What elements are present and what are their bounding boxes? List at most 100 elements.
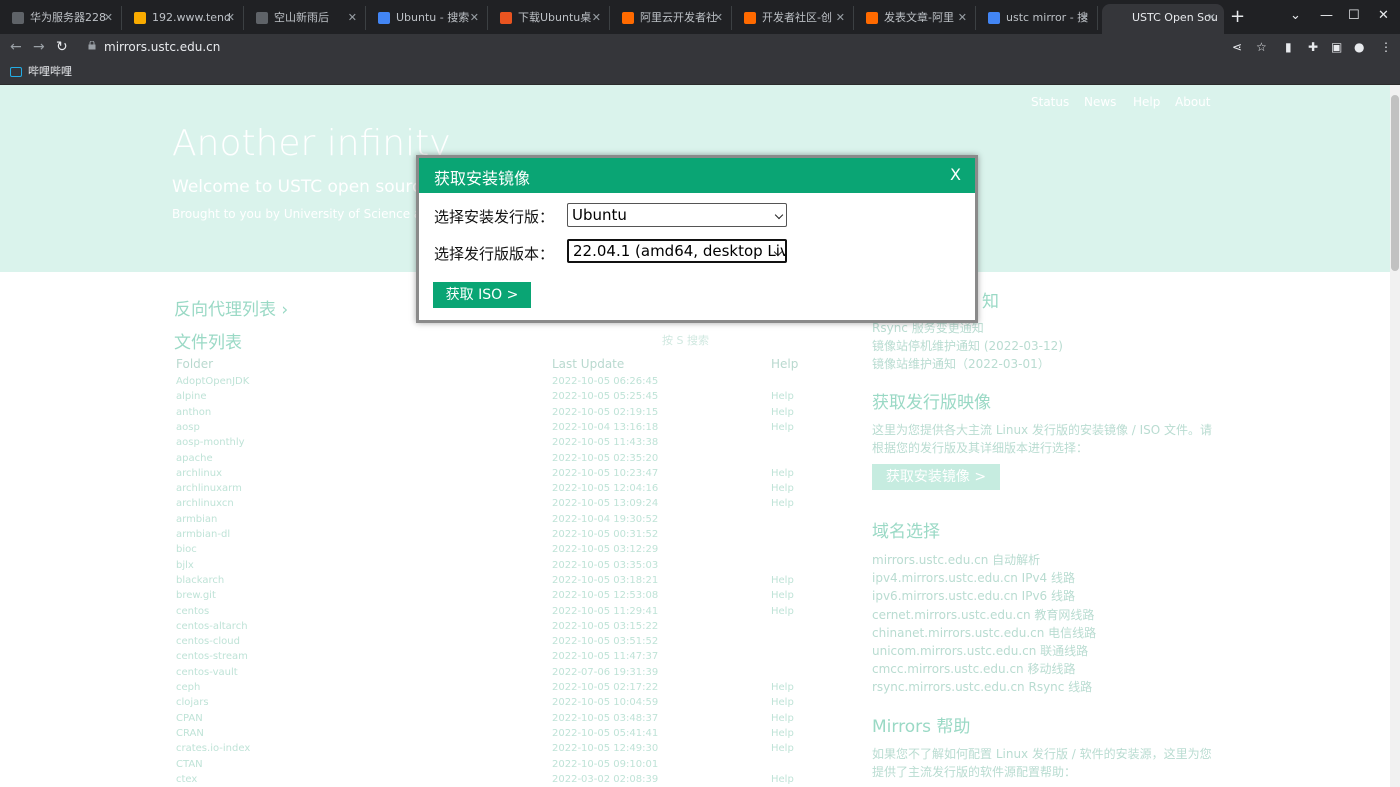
browser-tab[interactable]: 空山新雨后 ✕ <box>244 6 366 30</box>
maximize-button[interactable]: ☐ <box>1348 6 1360 26</box>
page-scrollbar[interactable] <box>1390 85 1400 787</box>
get-install-image-button[interactable]: 获取安装镜像 > <box>872 464 1000 490</box>
tab-close-icon[interactable]: ✕ <box>1207 4 1216 32</box>
folder-link[interactable]: CRAN <box>176 728 204 739</box>
proxy-list-link[interactable]: 反向代理列表 › <box>174 295 288 320</box>
help-link[interactable]: Help <box>771 774 794 785</box>
reload-icon[interactable]: ↻ <box>56 37 68 57</box>
tab-close-icon[interactable]: ✕ <box>836 6 845 30</box>
nav-help[interactable]: Help <box>1133 95 1160 109</box>
domain-item[interactable]: cmcc.mirrors.ustc.edu.cn 移动线路 <box>872 660 1075 677</box>
folder-link[interactable]: AdoptOpenJDK <box>176 376 249 387</box>
browser-tab[interactable]: 发表文章-阿里 ✕ <box>854 6 976 30</box>
folder-link[interactable]: ctex <box>176 774 197 785</box>
help-link[interactable]: Help <box>771 728 794 739</box>
help-link[interactable]: Help <box>771 575 794 586</box>
folder-link[interactable]: centos <box>176 606 209 617</box>
help-link[interactable]: Help <box>771 391 794 402</box>
domain-item[interactable]: mirrors.ustc.edu.cn 自动解析 <box>872 551 1040 568</box>
folder-link[interactable]: centos-stream <box>176 651 248 662</box>
tab-close-icon[interactable]: ✕ <box>470 6 479 30</box>
profile-icon[interactable]: ● <box>1354 38 1364 56</box>
tab-search-icon[interactable]: ⌄ <box>1290 6 1301 26</box>
extension-icon[interactable]: ▮ <box>1285 38 1292 56</box>
version-select[interactable]: 22.04.1 (amd64, desktop Live) <box>567 239 787 263</box>
notice-item[interactable]: 镜像站维护通知（2022-03-01） <box>872 355 1050 372</box>
help-link[interactable]: Help <box>771 468 794 479</box>
share-icon[interactable]: ⋖ <box>1232 38 1242 56</box>
help-link[interactable]: Help <box>771 713 794 724</box>
folder-link[interactable]: armbian <box>176 514 217 525</box>
nav-news[interactable]: News <box>1084 95 1116 109</box>
domain-item[interactable]: cernet.mirrors.ustc.edu.cn 教育网线路 <box>872 606 1094 623</box>
folder-link[interactable]: CPAN <box>176 713 203 724</box>
folder-link[interactable]: aosp <box>176 422 200 433</box>
folder-link[interactable]: bioc <box>176 544 197 555</box>
folder-link[interactable]: centos-vault <box>176 667 238 678</box>
domain-item[interactable]: ipv4.mirrors.ustc.edu.cn IPv4 线路 <box>872 569 1075 586</box>
domain-item[interactable]: ipv6.mirrors.ustc.edu.cn IPv6 线路 <box>872 587 1075 604</box>
help-link[interactable]: Help <box>771 407 794 418</box>
browser-tab[interactable]: 阿里云开发者社 ✕ <box>610 6 732 30</box>
dialog-close-button[interactable]: X <box>950 165 961 184</box>
column-folder[interactable]: Folder <box>176 357 213 371</box>
browser-tab[interactable]: Ubuntu - 搜索 ✕ <box>366 6 488 30</box>
address-bar[interactable]: mirrors.ustc.edu.cn <box>104 38 220 56</box>
tab-close-icon[interactable]: ✕ <box>714 6 723 30</box>
notice-item[interactable]: 镜像站停机维护通知 (2022-03-12) <box>872 337 1063 354</box>
distro-select[interactable]: Ubuntu <box>567 203 787 227</box>
browser-tab[interactable]: 下载Ubuntu桌 ✕ <box>488 6 610 30</box>
help-link[interactable]: Help <box>771 743 794 754</box>
domain-item[interactable]: chinanet.mirrors.ustc.edu.cn 电信线路 <box>872 624 1096 641</box>
folder-link[interactable]: archlinux <box>176 468 222 479</box>
domain-item[interactable]: rsync.mirrors.ustc.edu.cn Rsync 线路 <box>872 678 1092 695</box>
folder-link[interactable]: archlinuxcn <box>176 498 234 509</box>
tab-close-icon[interactable]: ✕ <box>592 6 601 30</box>
close-window-button[interactable]: ✕ <box>1378 6 1389 26</box>
nav-about[interactable]: About <box>1175 95 1210 109</box>
folder-link[interactable]: aosp-monthly <box>176 437 245 448</box>
folder-link[interactable]: centos-altarch <box>176 621 248 632</box>
folder-link[interactable]: CTAN <box>176 759 203 770</box>
help-link[interactable]: Help <box>771 483 794 494</box>
help-link[interactable]: Help <box>771 697 794 708</box>
browser-tab[interactable]: USTC Open Sou ✕ <box>1102 4 1224 34</box>
tab-close-icon[interactable]: ✕ <box>104 6 113 30</box>
new-tab-button[interactable]: + <box>1230 7 1245 27</box>
star-icon[interactable]: ☆ <box>1256 38 1267 56</box>
tab-close-icon[interactable]: ✕ <box>348 6 357 30</box>
tab-close-icon[interactable]: ✕ <box>1080 6 1089 30</box>
lock-icon[interactable] <box>88 41 96 50</box>
domain-item[interactable]: unicom.mirrors.ustc.edu.cn 联通线路 <box>872 642 1088 659</box>
folder-link[interactable]: ceph <box>176 682 200 693</box>
folder-link[interactable]: archlinuxarm <box>176 483 242 494</box>
column-last-update[interactable]: Last Update <box>552 357 624 371</box>
bookmark-bilibili[interactable]: 哔哩哔哩 <box>10 64 72 80</box>
help-link[interactable]: Help <box>771 422 794 433</box>
nav-status[interactable]: Status <box>1031 95 1069 109</box>
help-link[interactable]: Help <box>771 682 794 693</box>
help-link[interactable]: Help <box>771 590 794 601</box>
folder-link[interactable]: brew.git <box>176 590 216 601</box>
browser-tab[interactable]: 192.www.tend ✕ <box>122 6 244 30</box>
tab-close-icon[interactable]: ✕ <box>226 6 235 30</box>
browser-tab[interactable]: ustc mirror - 搜 ✕ <box>976 6 1098 30</box>
browser-tab[interactable]: 华为服务器228 ✕ <box>0 6 122 30</box>
folder-link[interactable]: centos-cloud <box>176 636 240 647</box>
folder-link[interactable]: apache <box>176 453 213 464</box>
get-iso-button[interactable]: 获取 ISO > <box>433 282 531 308</box>
menu-icon[interactable]: ⋮ <box>1380 38 1392 56</box>
help-link[interactable]: Help <box>771 498 794 509</box>
folder-link[interactable]: blackarch <box>176 575 224 586</box>
tab-close-icon[interactable]: ✕ <box>958 6 967 30</box>
folder-link[interactable]: alpine <box>176 391 207 402</box>
folder-link[interactable]: armbian-dl <box>176 529 230 540</box>
folder-link[interactable]: crates.io-index <box>176 743 250 754</box>
puzzle-icon[interactable]: ✚ <box>1308 38 1318 56</box>
folder-link[interactable]: clojars <box>176 697 209 708</box>
minimize-button[interactable]: — <box>1320 6 1333 26</box>
folder-link[interactable]: bjlx <box>176 560 194 571</box>
sidepanel-icon[interactable]: ▣ <box>1331 38 1342 56</box>
help-link[interactable]: Help <box>771 606 794 617</box>
back-icon[interactable]: ← <box>10 37 22 57</box>
